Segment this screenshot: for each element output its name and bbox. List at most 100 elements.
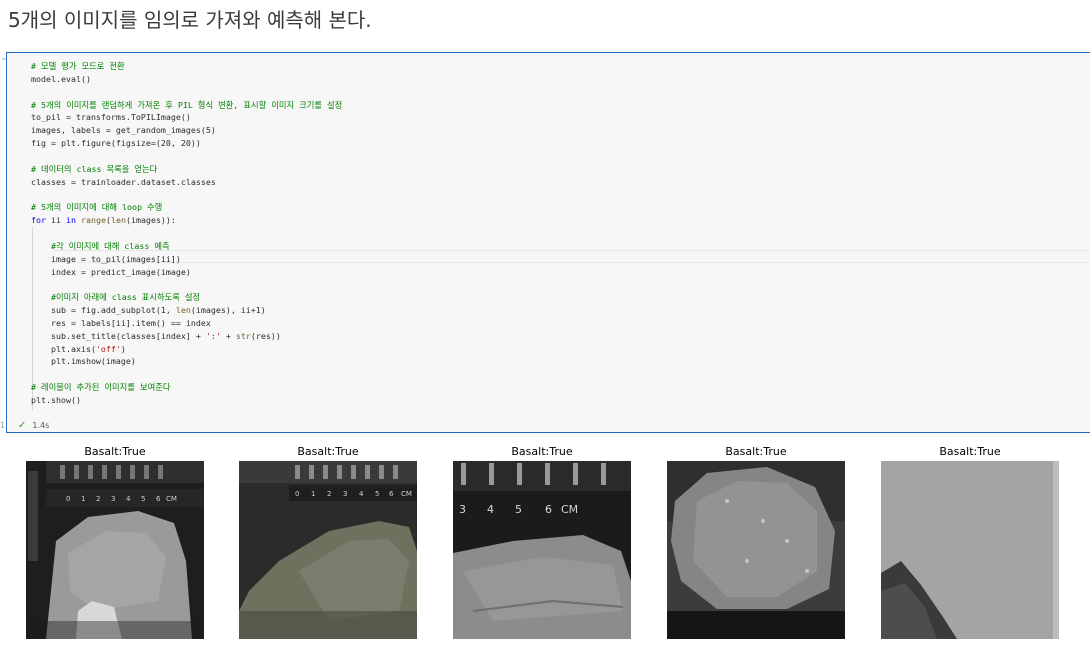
- ruler-label: 6: [389, 490, 394, 498]
- code-token: (res)): [250, 330, 281, 341]
- code-line[interactable]: to_pil = transforms.ToPILImage(): [31, 111, 342, 124]
- ruler-label: 0: [295, 490, 299, 498]
- ruler-label: 3: [343, 490, 347, 498]
- code-token: in: [65, 215, 76, 226]
- rock-photo-1: 0 1 2 3 4 5 6 CM: [26, 461, 204, 639]
- code-token: index = predict_image(image): [31, 266, 191, 277]
- code-line[interactable]: sub.set_title(classes[index] + ':' + str…: [31, 330, 342, 343]
- code-line[interactable]: [31, 368, 342, 381]
- code-token: (images)):: [125, 215, 176, 226]
- rock-photo-3: 3 4 5 6 CM: [453, 461, 631, 639]
- code-line[interactable]: #각 이미지에 대해 class 예측: [31, 240, 342, 253]
- code-token: #이미지 아래에 class 표시하도록 설정: [50, 292, 201, 303]
- code-token: ii: [46, 215, 66, 226]
- code-line[interactable]: index = predict_image(image): [31, 266, 342, 279]
- rock-photo-2: 0 1 2 3 4 5 6 CM: [239, 461, 417, 639]
- ruler-label: 5: [141, 495, 145, 503]
- execution-time: 1.4s: [32, 421, 50, 430]
- rock-photo-5: [881, 461, 1059, 639]
- code-token: for: [31, 215, 46, 226]
- ruler-label: CM: [561, 503, 578, 516]
- ruler-label: 5: [515, 503, 522, 516]
- ruler-label: 4: [359, 490, 364, 498]
- gutter-mark: 1: [0, 421, 6, 430]
- code-token: ): [120, 343, 126, 354]
- ruler-label: 6: [156, 495, 161, 503]
- code-line[interactable]: for ii in range(len(images)):: [31, 214, 342, 227]
- code-token: res = labels[ii].item() == index: [31, 317, 211, 328]
- code-token: model.eval(): [31, 73, 91, 84]
- code-token: plt.axis(: [31, 343, 96, 354]
- panel-title: Basalt:True: [84, 445, 146, 458]
- output-panel-3: Basalt:True 3 4 5 6 CM: [453, 446, 631, 639]
- ruler-label: 3: [111, 495, 115, 503]
- panel-title: Basalt:True: [939, 445, 1001, 458]
- code-token: ':': [205, 330, 221, 341]
- code-line[interactable]: sub = fig.add_subplot(1, len(images), ii…: [31, 304, 342, 317]
- code-line[interactable]: fig = plt.figure(figsize=(20, 20)): [31, 137, 342, 150]
- ruler-label: CM: [166, 495, 177, 503]
- ruler-label: 5: [375, 490, 379, 498]
- ruler-label: 4: [126, 495, 131, 503]
- code-line[interactable]: image = to_pil(images[ii]): [31, 253, 342, 266]
- code-token: # 데이터의 class 목록을 얻는다: [31, 163, 158, 174]
- code-line[interactable]: # 5개의 이미지를 랜덤하게 가져온 후 PIL 형식 변환, 표시할 이미지…: [31, 99, 342, 112]
- code-token: #각 이미지에 대해 class 예측: [50, 240, 170, 251]
- code-token: plt.show(): [31, 394, 81, 405]
- code-editor[interactable]: # 모델 평가 모드로 전환 model.eval() # 5개의 이미지를 랜덤…: [31, 60, 342, 407]
- code-line[interactable]: plt.show(): [31, 394, 342, 407]
- code-line[interactable]: model.eval(): [31, 73, 342, 86]
- ruler-label: CM: [401, 490, 412, 498]
- code-token: sub = fig.add_subplot(1,: [31, 305, 176, 316]
- code-line[interactable]: plt.axis('off'): [31, 343, 342, 356]
- code-line[interactable]: # 레이블이 추가된 이미지를 보여준다: [31, 381, 342, 394]
- code-token: classes = trainloader.dataset.classes: [31, 176, 216, 187]
- code-token: len: [175, 305, 191, 316]
- code-line[interactable]: [31, 278, 342, 291]
- code-token: fig = plt.figure(figsize=(20, 20)): [31, 138, 201, 149]
- code-line[interactable]: [31, 188, 342, 201]
- panel-title: Basalt:True: [297, 445, 359, 458]
- panel-title: Basalt:True: [511, 445, 573, 458]
- output-panel-5: Basalt:True: [881, 446, 1059, 639]
- code-line[interactable]: # 데이터의 class 목록을 얻는다: [31, 163, 342, 176]
- code-token: range: [80, 215, 106, 226]
- code-line[interactable]: # 5개의 이미지에 대해 loop 수행: [31, 201, 342, 214]
- ruler-label: 2: [327, 490, 331, 498]
- code-token: (images), ii+1): [190, 305, 266, 316]
- code-token: # 모델 평가 모드로 전환: [31, 61, 125, 71]
- ruler-label: 1: [311, 490, 315, 498]
- code-token: # 5개의 이미지에 대해 loop 수행: [31, 202, 163, 213]
- code-line[interactable]: # 모델 평가 모드로 전환: [31, 60, 342, 73]
- output-panel-2: Basalt:True 0 1 2 3 4 5 6 CM: [239, 446, 417, 639]
- code-token: plt.imshow(image): [31, 356, 136, 367]
- code-line[interactable]: [31, 227, 342, 240]
- code-token: image = to_pil(images[ii]): [31, 253, 181, 264]
- code-line[interactable]: classes = trainloader.dataset.classes: [31, 176, 342, 189]
- ruler-label: 0: [66, 495, 70, 503]
- check-icon: ✓: [18, 420, 27, 431]
- code-token: # 5개의 이미지를 랜덤하게 가져온 후 PIL 형식 변환, 표시할 이미지…: [31, 99, 343, 110]
- rock-photo-4: [667, 461, 845, 639]
- code-line[interactable]: [31, 150, 342, 163]
- code-line[interactable]: plt.imshow(image): [31, 355, 342, 368]
- code-token: +: [220, 330, 236, 341]
- code-line[interactable]: #이미지 아래에 class 표시하도록 설정: [31, 291, 342, 304]
- ruler-label: 3: [459, 503, 466, 516]
- code-line[interactable]: [31, 86, 342, 99]
- code-token: # 레이블이 추가된 이미지를 보여준다: [31, 382, 171, 393]
- code-line[interactable]: res = labels[ii].item() == index: [31, 317, 342, 330]
- ruler-label: 2: [96, 495, 100, 503]
- code-line[interactable]: images, labels = get_random_images(5): [31, 124, 342, 137]
- output-panel-4: Basalt:True: [667, 446, 845, 639]
- markdown-heading: 5개의 이미지를 임의로 가져와 예측해 본다.: [8, 8, 372, 32]
- code-cell[interactable]: # 모델 평가 모드로 전환 model.eval() # 5개의 이미지를 랜덤…: [6, 52, 1090, 433]
- code-token: images, labels = get_random_images(5): [31, 125, 216, 136]
- code-token: len: [110, 215, 126, 226]
- output-panel-1: Basalt:True 0 1 2 3 4 5 6 CM: [26, 446, 204, 639]
- code-token: sub.set_title(classes[index] +: [31, 330, 206, 341]
- ruler-label: 1: [81, 495, 85, 503]
- ruler-label: 4: [487, 503, 494, 516]
